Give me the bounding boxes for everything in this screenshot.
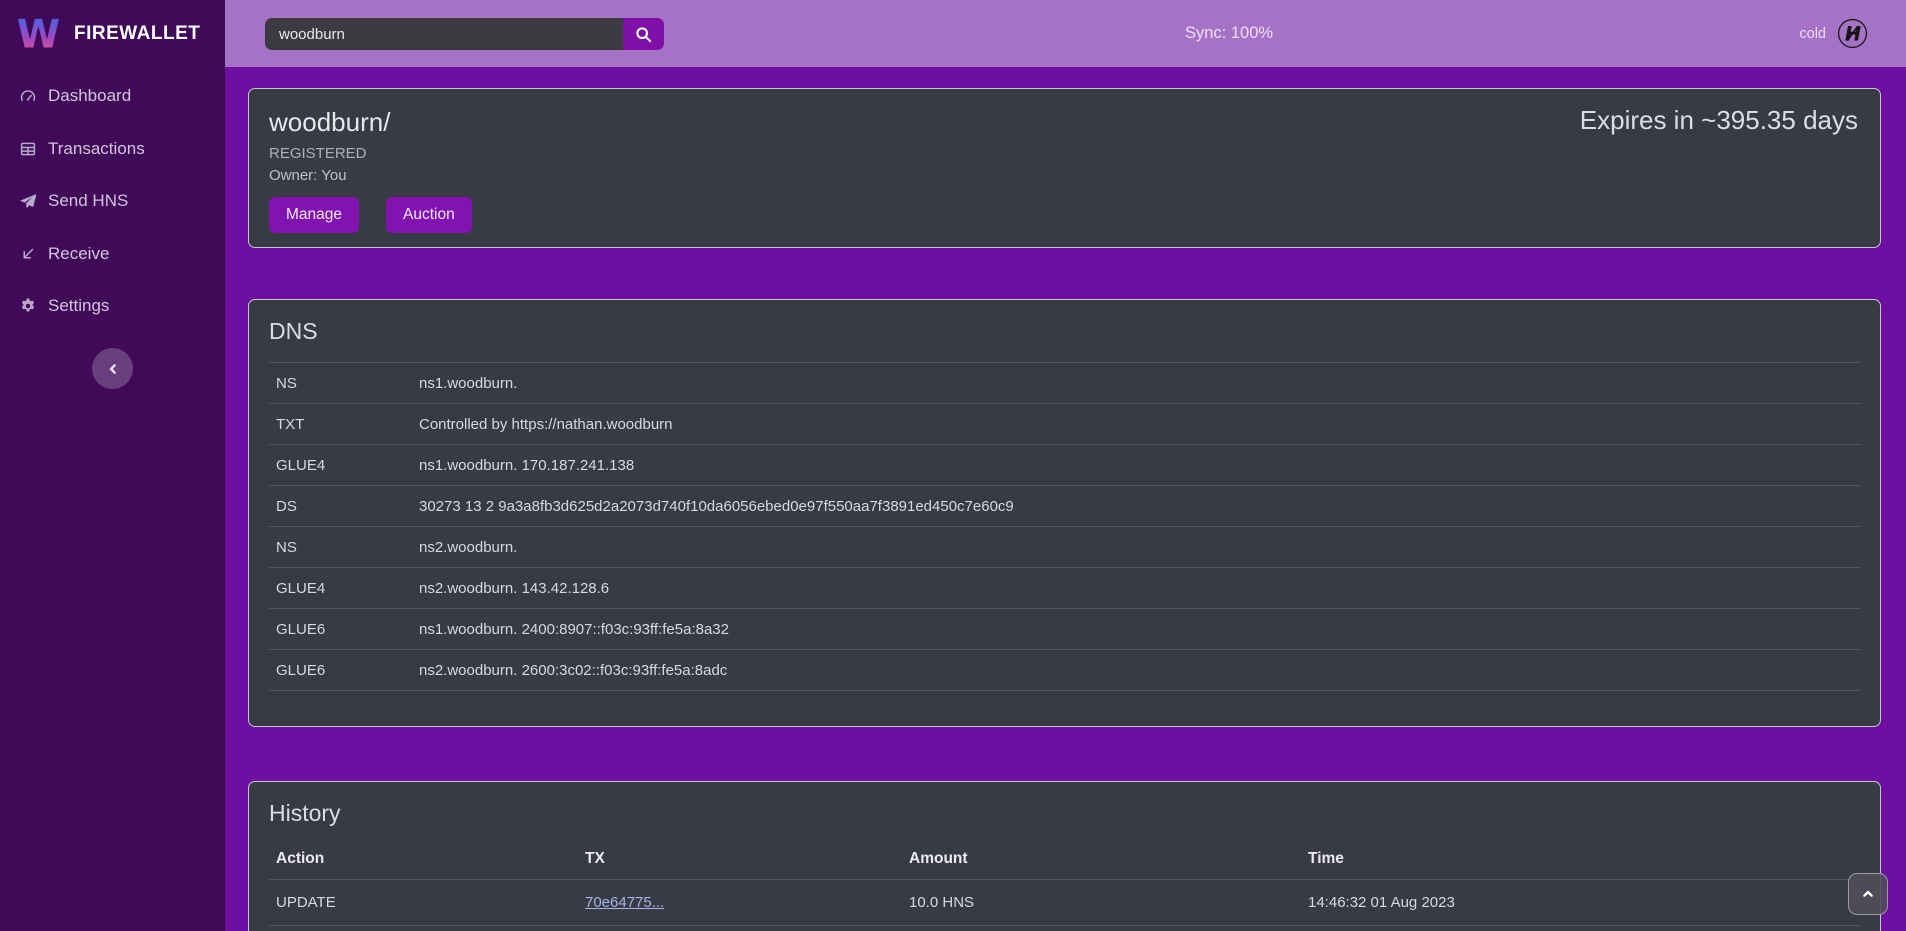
firewallet-logo-icon: W — [16, 11, 61, 56]
dns-record-type: DS — [276, 498, 419, 515]
table-icon — [18, 139, 37, 158]
domain-expiry: Expires in ~395.35 days — [1580, 105, 1858, 136]
handshake-icon[interactable]: H — [1837, 18, 1868, 49]
dns-section-title: DNS — [269, 318, 1860, 345]
auction-button[interactable]: Auction — [386, 197, 472, 233]
dns-record-row: GLUE6 ns1.woodburn. 2400:8907::f03c:93ff… — [269, 608, 1860, 649]
dns-record-value: ns2.woodburn. 2600:3c02::f03c:93ff:fe5a:… — [419, 662, 1860, 679]
dns-record-row: DS 30273 13 2 9a3a8fb3d625d2a2073d740f10… — [269, 485, 1860, 526]
sidebar-item-dashboard[interactable]: Dashboard — [0, 70, 225, 123]
sidebar-item-label: Settings — [48, 296, 109, 316]
gear-icon — [18, 297, 37, 316]
dns-record-row: GLUE4 ns1.woodburn. 170.187.241.138 — [269, 444, 1860, 485]
gauge-icon — [18, 87, 37, 106]
dns-card: DNS NS ns1.woodburn. TXT Controlled by h… — [248, 299, 1881, 727]
dns-record-type: GLUE6 — [276, 621, 419, 638]
sidebar: W FIREWALLET Dashboard Transactions — [0, 0, 225, 931]
sidebar-nav: Dashboard Transactions Send HNS — [0, 70, 225, 333]
wallet-mode-label: cold — [1799, 26, 1826, 42]
manage-button[interactable]: Manage — [269, 197, 359, 233]
sidebar-item-label: Send HNS — [48, 191, 128, 211]
chevron-up-icon — [1860, 886, 1876, 902]
domain-actions: Manage Auction — [269, 197, 1860, 233]
domain-status: REGISTERED — [269, 145, 1860, 162]
dns-table: NS ns1.woodburn. TXT Controlled by https… — [269, 362, 1860, 691]
dns-record-value: Controlled by https://nathan.woodburn — [419, 416, 1860, 433]
scroll-to-top-button[interactable] — [1848, 873, 1888, 915]
sidebar-item-label: Transactions — [48, 139, 145, 159]
history-time: 15:45:36 07 Jul 2023 — [1308, 926, 1860, 931]
history-header-row: Action TX Amount Time — [269, 838, 1860, 879]
sidebar-item-label: Receive — [48, 244, 109, 264]
search-button[interactable] — [623, 18, 664, 50]
dns-record-row: TXT Controlled by https://nathan.woodbur… — [269, 403, 1860, 444]
tx-link[interactable]: 70e64775... — [585, 894, 664, 911]
app-title: FIREWALLET — [74, 23, 200, 45]
dns-record-type: GLUE6 — [276, 662, 419, 679]
topbar: Sync: 100% cold H — [225, 0, 1906, 67]
dns-record-row: NS ns1.woodburn. — [269, 362, 1860, 403]
sync-status: Sync: 100% — [1185, 0, 1273, 67]
domain-owner: Owner: You — [269, 167, 1860, 184]
chevron-left-icon — [105, 361, 121, 377]
dns-record-value: 30273 13 2 9a3a8fb3d625d2a2073d740f10da6… — [419, 498, 1860, 515]
history-col-amount: Amount — [909, 850, 1308, 868]
sidebar-collapse-button[interactable] — [92, 348, 133, 389]
searchbar — [265, 18, 664, 50]
arrow-down-left-icon — [18, 244, 37, 263]
history-row: UPDATE 70e64775... 10.0 HNS 14:46:32 01 … — [269, 879, 1860, 925]
history-card: History Action TX Amount Time UPDATE 70e… — [248, 781, 1881, 931]
dns-record-type: TXT — [276, 416, 419, 433]
svg-text:W: W — [17, 12, 60, 56]
brand: W FIREWALLET — [0, 0, 225, 56]
dns-record-value: ns2.woodburn. 143.42.128.6 — [419, 580, 1860, 597]
dns-record-value: ns2.woodburn. — [419, 539, 1860, 556]
history-col-time: Time — [1308, 850, 1860, 868]
history-time: 14:46:32 01 Aug 2023 — [1308, 894, 1860, 911]
history-col-tx: TX — [585, 850, 909, 868]
dns-record-type: NS — [276, 375, 419, 392]
sidebar-item-settings[interactable]: Settings — [0, 280, 225, 333]
sidebar-item-label: Dashboard — [48, 86, 131, 106]
history-action: RENEW — [276, 926, 585, 931]
paper-plane-icon — [18, 192, 37, 211]
dns-record-row: GLUE4 ns2.woodburn. 143.42.128.6 — [269, 567, 1860, 608]
history-section-title: History — [269, 800, 1860, 827]
sidebar-item-receive[interactable]: Receive — [0, 228, 225, 281]
sidebar-item-transactions[interactable]: Transactions — [0, 123, 225, 176]
dns-record-value: ns1.woodburn. — [419, 375, 1860, 392]
wallet-badge: cold H — [1799, 0, 1868, 67]
sidebar-item-send-hns[interactable]: Send HNS — [0, 175, 225, 228]
history-amount: 10.0 HNS — [909, 926, 1308, 931]
history-col-action: Action — [276, 850, 585, 868]
dns-record-type: GLUE4 — [276, 580, 419, 597]
search-input[interactable] — [265, 18, 623, 50]
dns-record-row: NS ns2.woodburn. — [269, 526, 1860, 567]
search-icon — [635, 26, 652, 43]
dns-record-type: NS — [276, 539, 419, 556]
dns-record-value: ns1.woodburn. 170.187.241.138 — [419, 457, 1860, 474]
domain-card: woodburn/ Expires in ~395.35 days REGIST… — [248, 88, 1881, 248]
dns-record-type: GLUE4 — [276, 457, 419, 474]
history-action: UPDATE — [276, 894, 585, 911]
dns-record-value: ns1.woodburn. 2400:8907::f03c:93ff:fe5a:… — [419, 621, 1860, 638]
history-amount: 10.0 HNS — [909, 894, 1308, 911]
dns-record-row: GLUE6 ns2.woodburn. 2600:3c02::f03c:93ff… — [269, 649, 1860, 690]
history-row: RENEW 47b0d9c... 10.0 HNS 15:45:36 07 Ju… — [269, 925, 1860, 931]
